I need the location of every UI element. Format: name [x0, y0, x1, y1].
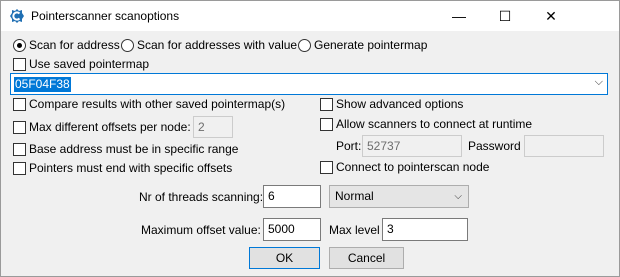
base-address-range-checkbox[interactable] — [13, 143, 26, 156]
connect-pointerscan-node-checkbox[interactable] — [320, 161, 333, 174]
threads-input[interactable]: 6 — [263, 185, 321, 208]
ok-button[interactable]: OK — [249, 247, 320, 269]
compare-results-label: Compare results with other saved pointer… — [29, 97, 286, 111]
window-title: Pointerscanner scanoptions — [31, 9, 180, 23]
radio-scan-for-address[interactable] — [13, 39, 26, 52]
radio-generate-pointermap[interactable] — [298, 39, 311, 52]
threads-label: Nr of threads scanning: — [139, 190, 264, 204]
max-different-offsets-input[interactable]: 2 — [193, 116, 233, 138]
minimize-button[interactable]: — — [436, 1, 482, 31]
address-value: 05F04F38 — [14, 77, 71, 92]
password-input[interactable] — [524, 135, 604, 157]
chevron-down-icon: ⌵ — [454, 191, 462, 202]
radio-scan-for-address-label: Scan for address — [29, 38, 120, 52]
connect-pointerscan-node-label: Connect to pointerscan node — [336, 160, 490, 174]
end-specific-offsets-label: Pointers must end with specific offsets — [29, 161, 233, 175]
title-bar: Pointerscanner scanoptions — ☐ ✕ — [1, 1, 619, 31]
radio-scan-with-value[interactable] — [121, 39, 134, 52]
close-button[interactable]: ✕ — [528, 1, 574, 31]
use-saved-pointermap-label: Use saved pointermap — [29, 57, 150, 71]
radio-scan-with-value-label: Scan for addresses with value — [137, 38, 298, 52]
max-level-label: Max level — [329, 223, 380, 237]
password-label: Password — [468, 139, 521, 153]
radio-generate-pointermap-label: Generate pointermap — [314, 38, 428, 52]
dialog-window: Pointerscanner scanoptions — ☐ ✕ Scan fo… — [0, 0, 620, 277]
cancel-button[interactable]: Cancel — [329, 247, 404, 269]
end-specific-offsets-checkbox[interactable] — [13, 162, 26, 175]
allow-scanners-label: Allow scanners to connect at runtime — [336, 117, 533, 131]
max-offset-input[interactable]: 5000 — [263, 218, 321, 241]
base-address-range-label: Base address must be in specific range — [29, 142, 239, 156]
show-advanced-options-checkbox[interactable] — [320, 98, 333, 111]
use-saved-pointermap-checkbox[interactable] — [13, 58, 26, 71]
address-combobox[interactable]: 05F04F38 ⌵ — [10, 73, 608, 95]
chevron-down-icon[interactable]: ⌵ — [595, 76, 603, 89]
max-different-offsets-checkbox[interactable] — [13, 121, 26, 134]
show-advanced-options-label: Show advanced options — [336, 97, 464, 111]
compare-results-checkbox[interactable] — [13, 98, 26, 111]
allow-scanners-checkbox[interactable] — [320, 118, 333, 131]
maximize-button[interactable]: ☐ — [482, 1, 528, 31]
cheat-engine-icon — [10, 9, 24, 23]
port-input[interactable]: 52737 — [362, 135, 462, 157]
thread-priority-value: Normal — [335, 189, 374, 203]
max-level-input[interactable]: 3 — [382, 218, 468, 241]
port-label: Port: — [336, 139, 362, 153]
max-offset-label: Maximum offset value: — [141, 223, 261, 237]
thread-priority-select[interactable]: Normal ⌵ — [329, 185, 469, 208]
max-different-offsets-label: Max different offsets per node: — [29, 120, 191, 134]
